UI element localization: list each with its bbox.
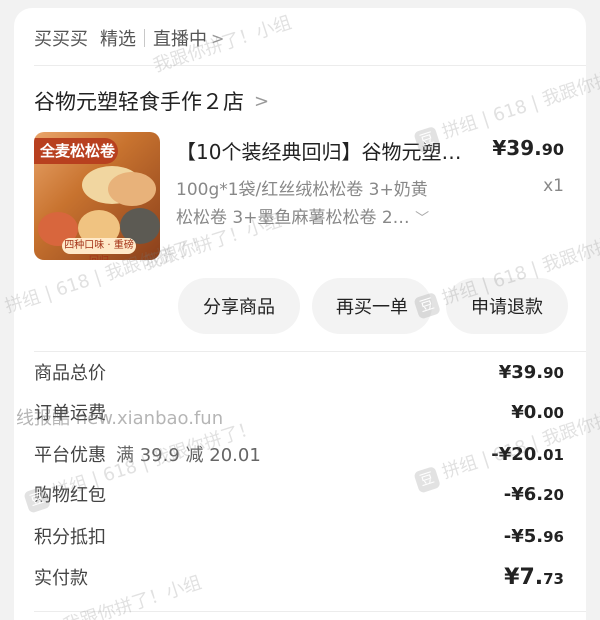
product-price: ¥39.90 — [492, 136, 564, 160]
refund-button[interactable]: 申请退款 — [446, 278, 568, 334]
summary-value: ¥39. — [498, 361, 544, 383]
divider — [34, 65, 586, 66]
summary-value-decimal: 00 — [543, 403, 564, 422]
summary-row-platform-discount: 平台优惠满 39.9 减 20.01 -¥20.01 — [34, 440, 564, 468]
summary-row-shipping: 订单运费 ¥0.00 — [34, 398, 564, 426]
summary-row-total-price: 商品总价 ¥39.90 — [34, 358, 564, 386]
divider — [34, 611, 586, 612]
shop-link[interactable]: 谷物元塑轻食手作２店 > — [34, 86, 269, 116]
summary-value: -¥20. — [491, 443, 544, 465]
summary-row-points-deduction: 积分抵扣 -¥5.96 — [34, 522, 564, 550]
summary-value: ¥0. — [511, 401, 544, 423]
chevron-down-icon: ﹀ — [415, 211, 430, 227]
product-thumbnail[interactable]: 全麦松松卷 四种口味 · 重磅回归 — [34, 132, 160, 260]
bun-image — [108, 172, 156, 206]
chevron-right-icon: > — [254, 90, 270, 112]
rebuy-button[interactable]: 再买一单 — [312, 278, 432, 334]
summary-row-red-packet: 购物红包 -¥6.20 — [34, 480, 564, 508]
thumbnail-badge: 全麦松松卷 — [34, 138, 118, 164]
product-spec[interactable]: 100g*1袋/红丝绒松松卷 3+奶黄 松松卷 3+墨鱼麻薯松松卷 2… ﹀ — [176, 176, 476, 233]
shop-name: 谷物元塑轻食手作２店 — [34, 90, 244, 114]
spec-line: 松松卷 3+墨鱼麻薯松松卷 2… — [176, 208, 410, 228]
summary-label: 订单运费 — [34, 403, 106, 424]
source-tag: 买买买 — [34, 29, 88, 50]
product-title[interactable]: 【10个装经典回归】谷物元塑… — [176, 136, 482, 165]
order-card: 买买买 精选 直播中 > 谷物元塑轻食手作２店 > 全麦松松卷 四种口味 · 重… — [14, 8, 586, 620]
share-button[interactable]: 分享商品 — [178, 278, 300, 334]
chevron-right-icon: > — [211, 28, 225, 48]
summary-value-decimal: 73 — [543, 569, 564, 588]
summary-label: 商品总价 — [34, 363, 106, 384]
thumbnail-footer: 四种口味 · 重磅回归 — [62, 238, 136, 260]
separator — [144, 29, 145, 47]
discount-rule: 满 39.9 减 20.01 — [116, 445, 261, 466]
summary-value: ¥7. — [504, 564, 544, 590]
divider — [34, 351, 586, 352]
summary-label: 实付款 — [34, 568, 88, 589]
summary-value-decimal: 01 — [543, 445, 564, 464]
summary-value: -¥6. — [503, 483, 544, 505]
price-decimal: 90 — [541, 140, 564, 159]
summary-label: 平台优惠 — [34, 445, 106, 466]
price-main: ¥39. — [492, 136, 542, 160]
summary-row-paid: 实付款 ¥7.73 — [34, 563, 564, 591]
summary-value: -¥5. — [503, 525, 544, 547]
spec-line: 100g*1袋/红丝绒松松卷 3+奶黄 — [176, 180, 428, 200]
live-tag: 直播中 — [153, 29, 207, 50]
summary-value-decimal: 90 — [543, 363, 564, 382]
summary-label: 积分抵扣 — [34, 527, 106, 548]
source-breadcrumb[interactable]: 买买买 精选 直播中 > — [34, 24, 224, 52]
summary-value-decimal: 20 — [543, 485, 564, 504]
source-tag-featured: 精选 — [100, 29, 136, 50]
product-quantity: x1 — [543, 176, 564, 196]
summary-value-decimal: 96 — [543, 527, 564, 546]
summary-label: 购物红包 — [34, 485, 106, 506]
